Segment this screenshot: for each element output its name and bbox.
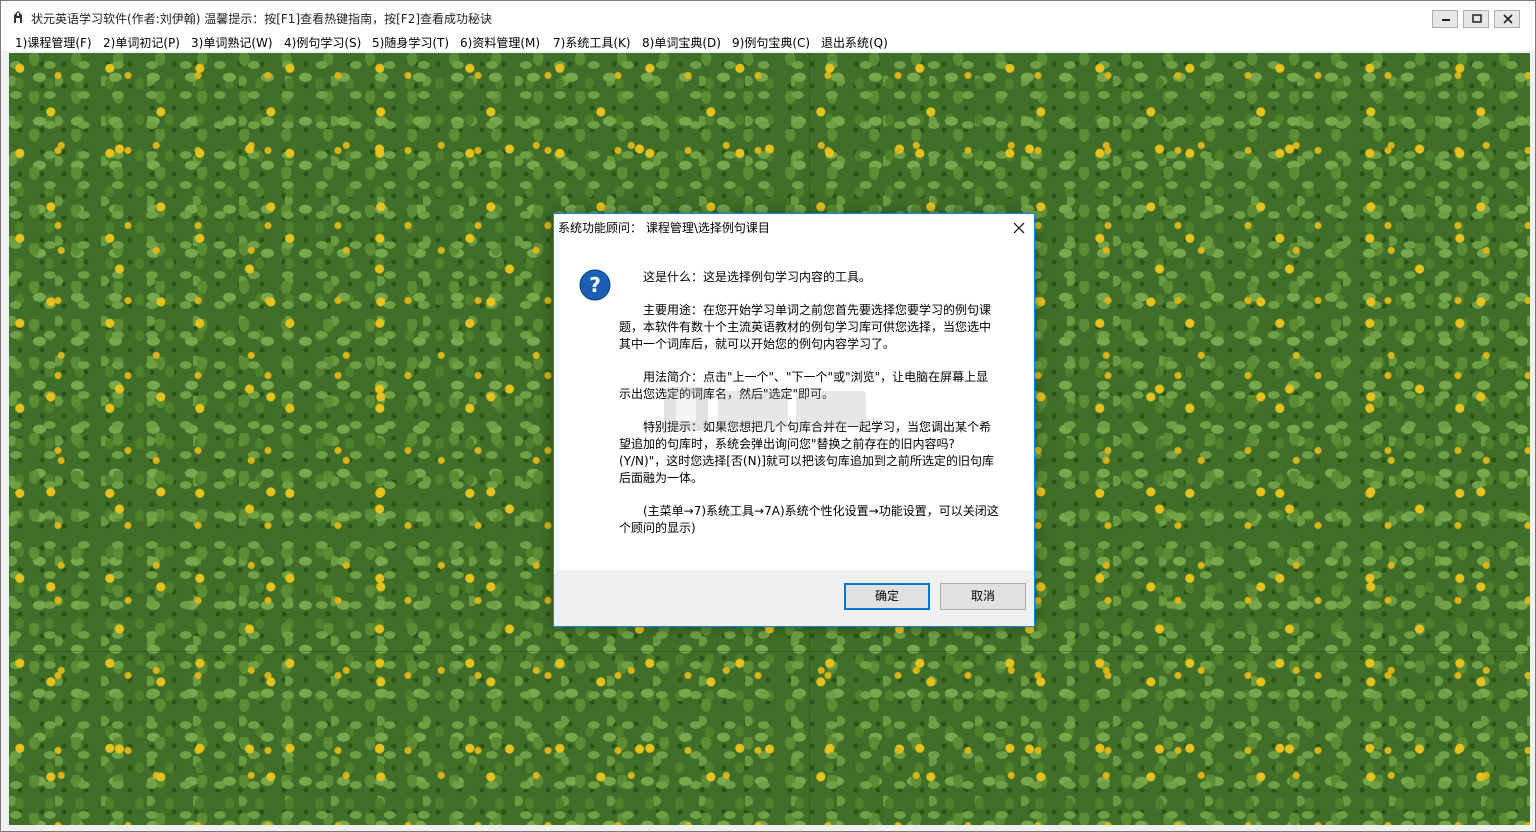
tile-seam-horizontal: [9, 651, 1530, 652]
svg-text:?: ?: [589, 273, 601, 297]
advisor-dialog: 系统功能顾问： 课程管理\选择例句课目 ? 这是什么：这是选择例句学习内容的工具…: [553, 213, 1035, 627]
dialog-title: 系统功能顾问： 课程管理\选择例句课目: [558, 221, 770, 235]
ok-button[interactable]: 确定: [844, 583, 930, 610]
close-icon: [1503, 14, 1513, 24]
menu-course-management[interactable]: 1)课程管理(F): [15, 34, 92, 51]
close-icon[interactable]: [1010, 219, 1028, 237]
menu-sentence-dictionary[interactable]: 9)例句宝典(C): [732, 34, 810, 51]
close-window-button[interactable]: [1494, 10, 1520, 28]
maximize-icon: [1472, 14, 1482, 23]
menu-sentence-study[interactable]: 4)例句学习(S): [284, 34, 361, 51]
minimize-icon: [1442, 19, 1450, 21]
question-icon: ?: [579, 269, 611, 301]
window-title: 状元英语学习软件(作者:刘伊翰) 温馨提示：按[F1]查看热键指南，按[F2]查…: [31, 12, 493, 26]
title-bar: 状元英语学习软件(作者:刘伊翰) 温馨提示：按[F1]查看热键指南，按[F2]查…: [1, 1, 1535, 31]
cancel-button[interactable]: 取消: [940, 583, 1026, 610]
menu-data-management[interactable]: 6)资料管理(M): [460, 34, 540, 51]
message-paragraph-purpose: 主要用途：在您开始学习单词之前您首先要选择您要学习的例句课题，本软件有数十个主流…: [619, 303, 992, 351]
message-paragraph-settings: (主菜单→7)系统工具→7A)系统个性化设置→功能设置，可以关闭这个顾问的显示): [619, 504, 999, 535]
menu-bar: 1)课程管理(F) 2)单词初记(P) 3)单词熟记(W) 4)例句学习(S) …: [1, 31, 1535, 51]
dialog-footer: 确定 取消: [554, 570, 1034, 626]
menu-system-tools[interactable]: 7)系统工具(K): [553, 34, 631, 51]
menu-word-dictionary[interactable]: 8)单词宝典(D): [642, 34, 721, 51]
menu-word-familiar-memory[interactable]: 3)单词熟记(W): [191, 34, 273, 51]
minimize-button[interactable]: [1432, 10, 1458, 28]
watermark-logo: [664, 387, 866, 431]
menu-exit-system[interactable]: 退出系统(Q): [821, 34, 888, 51]
app-icon: [14, 11, 22, 23]
message-paragraph-what: 这是什么：这是选择例句学习内容的工具。: [643, 270, 872, 284]
menu-word-first-memory[interactable]: 2)单词初记(P): [103, 34, 180, 51]
menu-portable-study[interactable]: 5)随身学习(T): [372, 34, 449, 51]
maximize-button[interactable]: [1463, 10, 1489, 28]
